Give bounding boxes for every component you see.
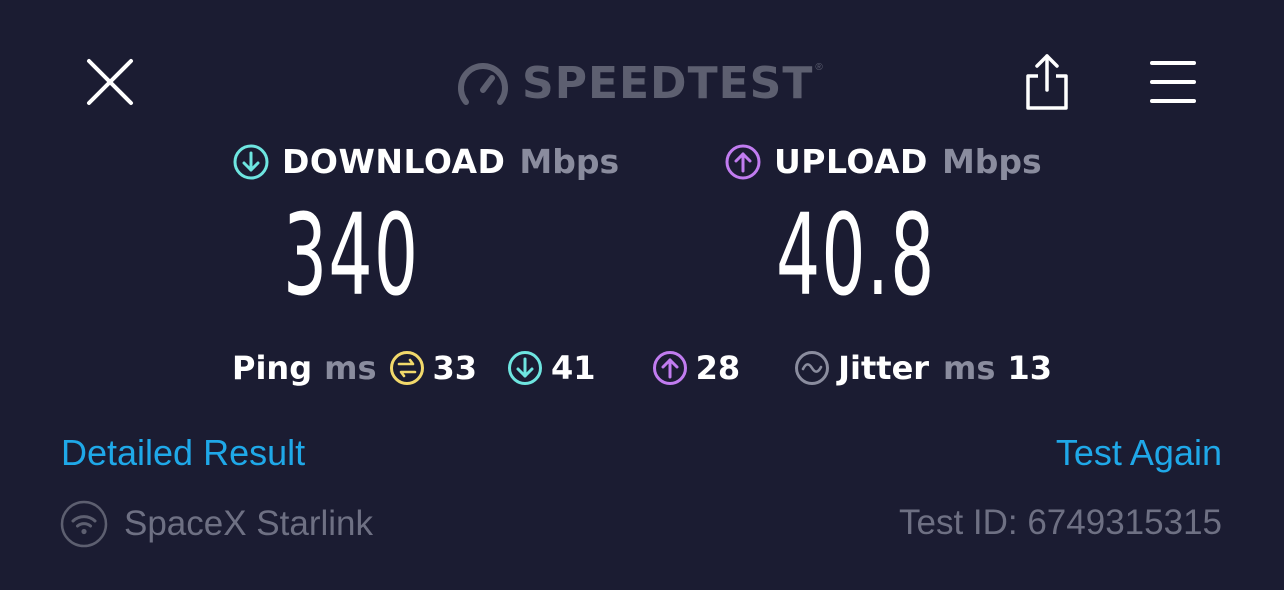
arrow-up-circle-icon <box>725 144 761 179</box>
ping-idle-value: 33 <box>432 349 478 387</box>
speedtest-result-screen: SPEEDTEST ® DOWNLOAD Mbps UPLOAD Mbps 34… <box>0 0 1284 590</box>
download-header: DOWNLOAD Mbps <box>232 142 619 181</box>
jitter-label: Jitter <box>838 349 930 387</box>
ping-upload-icon <box>652 350 688 386</box>
jitter-value: 13 <box>1007 349 1052 387</box>
provider-name: SpaceX Starlink <box>124 504 374 543</box>
jitter-unit: ms <box>943 349 996 387</box>
ping-download-value: 41 <box>551 349 596 387</box>
wifi-icon <box>60 500 108 548</box>
test-id: Test ID: 6749315315 <box>898 503 1222 542</box>
detailed-result-link[interactable]: Detailed Result <box>61 432 305 474</box>
upload-label: UPLOAD <box>774 142 928 181</box>
ping-download-icon <box>507 350 543 386</box>
provider-info: SpaceX Starlink <box>60 500 373 548</box>
ping-idle-icon <box>389 350 425 386</box>
share-icon <box>1026 54 1068 110</box>
share-button[interactable] <box>1020 52 1074 112</box>
upload-header: UPLOAD Mbps <box>724 142 1042 181</box>
arrow-down-circle-icon <box>233 144 269 179</box>
logo-text: SPEEDTEST <box>522 58 814 109</box>
ping-upload-value: 28 <box>695 349 741 387</box>
ping-jitter-row: Ping ms 33 41 28 Jitter ms 13 <box>232 346 1052 390</box>
jitter-icon <box>794 350 830 386</box>
ping-unit: ms <box>324 349 377 387</box>
close-button[interactable] <box>84 56 136 108</box>
speedtest-logo: SPEEDTEST ® <box>456 58 823 110</box>
download-speed-value: 340 <box>283 191 420 321</box>
logo-registered-mark: ® <box>815 62 823 73</box>
speedometer-icon <box>458 63 508 105</box>
menu-icon <box>1150 61 1196 103</box>
menu-button[interactable] <box>1148 58 1198 106</box>
upload-unit: Mbps <box>941 142 1042 181</box>
close-icon <box>87 59 133 105</box>
test-again-link[interactable]: Test Again <box>1056 432 1222 474</box>
download-label: DOWNLOAD <box>282 142 506 181</box>
download-unit: Mbps <box>519 142 620 181</box>
upload-speed-value: 40.8 <box>776 191 936 321</box>
ping-label: Ping <box>232 349 313 387</box>
